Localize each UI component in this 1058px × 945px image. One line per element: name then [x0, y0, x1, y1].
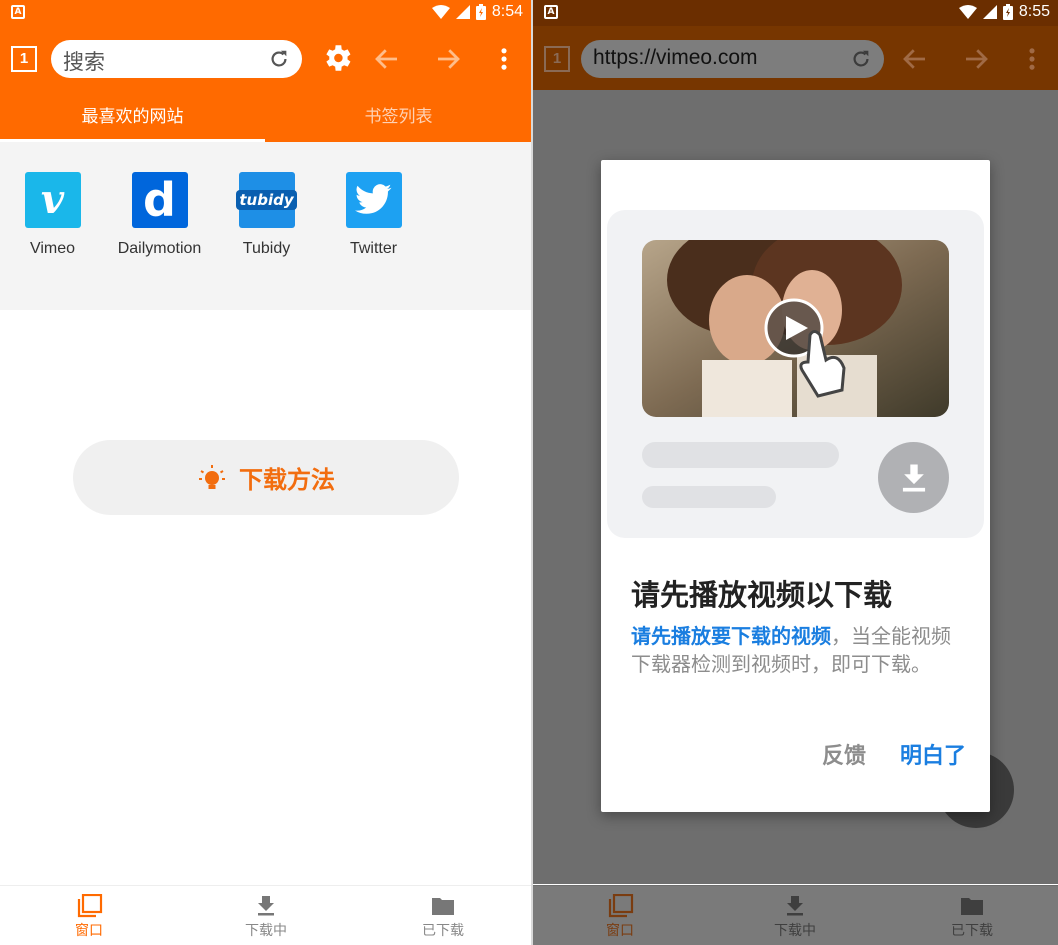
screenshot-root: A 8:54 1 搜索 最喜欢的网站 书签列表 v Vimeo d Dailym… — [0, 0, 1058, 945]
nav-windows[interactable]: 窗口 — [560, 894, 680, 940]
browser-toolbar: 1 https://vimeo.com — [533, 26, 1058, 90]
wifi-icon — [431, 5, 450, 19]
favorites-grid: v Vimeo d Dailymotion tubidy Tubidy Twit… — [0, 142, 531, 310]
windows-icon — [608, 894, 634, 918]
dialog-title: 请先播放视频以下载 — [631, 578, 893, 612]
video-thumbnail-image — [642, 240, 949, 417]
folder-icon — [432, 898, 454, 915]
right-screen: A 8:55 1 https://vimeo.com 请先播放视频以下载 请先播… — [533, 0, 1058, 945]
tab-bookmarks[interactable]: 书签列表 — [266, 90, 531, 142]
status-bar: A 8:54 — [0, 0, 531, 26]
wifi-icon — [958, 5, 977, 19]
favorite-label: Twitter — [349, 240, 398, 257]
nav-downloading[interactable]: 下载中 — [206, 894, 326, 940]
reload-icon[interactable] — [268, 48, 290, 70]
favorite-label: Tubidy — [242, 240, 291, 257]
dailymotion-logo-icon: d — [131, 172, 188, 228]
nav-label: 已下载 — [422, 923, 464, 939]
feedback-button[interactable]: 反馈 — [822, 738, 866, 770]
left-screen: A 8:54 1 搜索 最喜欢的网站 书签列表 v Vimeo d Dailym… — [0, 0, 531, 945]
status-bar: A 8:55 — [533, 0, 1058, 26]
reload-icon[interactable] — [850, 48, 872, 70]
favorite-tubidy[interactable]: tubidy Tubidy — [213, 172, 320, 258]
favorite-label: Dailymotion — [117, 240, 202, 257]
nav-label: 下载中 — [245, 923, 287, 939]
windows-icon — [77, 894, 103, 918]
tab-favorites[interactable]: 最喜欢的网站 — [0, 90, 265, 142]
clock: 8:54 — [491, 3, 523, 20]
notification-icon: A — [11, 5, 25, 19]
site-tabs: 最喜欢的网站 书签列表 — [0, 90, 531, 142]
placeholder-line — [642, 486, 776, 508]
favorite-vimeo[interactable]: v Vimeo — [0, 172, 106, 258]
download-icon — [787, 896, 803, 916]
tubidy-logo-icon: tubidy — [236, 172, 297, 228]
how-to-download-button[interactable]: 下载方法 — [73, 440, 459, 515]
arrow-left-icon[interactable] — [900, 44, 930, 74]
play-first-dialog: 请先播放视频以下载 请先播放要下载的视频，当全能视频下载器检测到视频时，即可下载… — [601, 160, 990, 812]
signal-icon — [455, 5, 470, 19]
folder-icon — [961, 898, 983, 915]
download-icon — [258, 896, 274, 916]
battery-icon — [475, 4, 486, 20]
nav-label: 已下载 — [951, 923, 993, 939]
vimeo-logo-icon: v — [24, 172, 81, 228]
bottom-navigation: 窗口 下载中 已下载 — [0, 885, 531, 945]
url-input[interactable]: https://vimeo.com — [581, 40, 884, 78]
placeholder-line — [642, 442, 839, 468]
download-circle-icon — [878, 442, 949, 513]
favorite-label: Vimeo — [29, 240, 76, 257]
nav-label: 窗口 — [606, 923, 634, 939]
twitter-bird-icon — [345, 172, 402, 228]
arrow-right-icon[interactable] — [433, 44, 463, 74]
dialog-message-highlight: 请先播放要下载的视频 — [631, 624, 831, 648]
dialog-illustration — [607, 210, 984, 538]
arrow-right-icon[interactable] — [961, 44, 991, 74]
battery-icon — [1002, 4, 1013, 20]
search-placeholder: 搜索 — [63, 51, 105, 74]
clock: 8:55 — [1018, 3, 1050, 20]
notification-icon: A — [544, 5, 558, 19]
url-text: https://vimeo.com — [593, 46, 758, 69]
gear-icon[interactable] — [320, 41, 354, 75]
tab-count-button[interactable]: 1 — [11, 46, 37, 72]
browser-toolbar: 1 搜索 — [0, 26, 531, 90]
signal-icon — [982, 5, 997, 19]
bottom-navigation: 窗口 下载中 已下载 — [533, 885, 1058, 945]
dialog-actions: 反馈 明白了 — [822, 738, 966, 770]
nav-downloaded[interactable]: 已下载 — [383, 894, 503, 940]
got-it-button[interactable]: 明白了 — [900, 738, 966, 770]
nav-label: 窗口 — [75, 923, 103, 939]
how-to-download-label: 下载方法 — [239, 466, 335, 494]
arrow-left-icon[interactable] — [372, 44, 402, 74]
search-input[interactable]: 搜索 — [51, 40, 302, 78]
nav-label: 下载中 — [774, 923, 816, 939]
more-vert-icon[interactable] — [1024, 45, 1040, 73]
nav-windows[interactable]: 窗口 — [29, 894, 149, 940]
tab-count-button[interactable]: 1 — [544, 46, 570, 72]
more-vert-icon[interactable] — [496, 45, 512, 73]
lightbulb-icon — [199, 464, 225, 489]
dialog-message: 请先播放要下载的视频，当全能视频下载器检测到视频时，即可下载。 — [631, 622, 956, 678]
favorite-twitter[interactable]: Twitter — [320, 172, 427, 258]
nav-downloaded[interactable]: 已下载 — [912, 894, 1032, 940]
favorite-dailymotion[interactable]: d Dailymotion — [106, 172, 213, 258]
nav-downloading[interactable]: 下载中 — [735, 894, 855, 940]
